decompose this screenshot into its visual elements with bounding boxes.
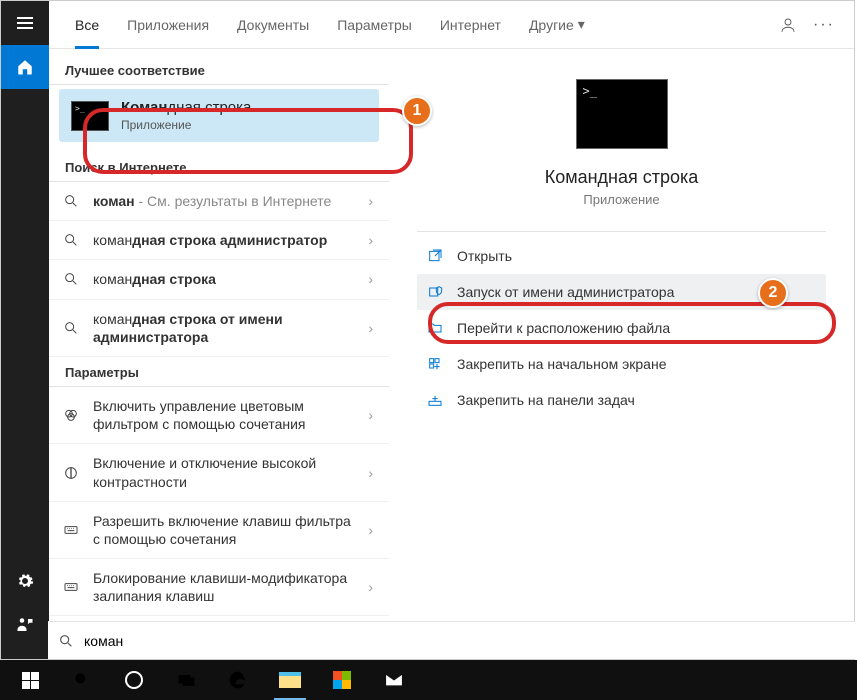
keyboard-icon	[61, 579, 81, 595]
explorer-icon[interactable]	[266, 660, 314, 700]
left-rail	[1, 1, 49, 659]
action-open[interactable]: Открыть	[417, 238, 826, 274]
web-result[interactable]: командная строка администратор ›	[49, 221, 389, 260]
keyboard-icon	[61, 522, 81, 538]
search-input-bar[interactable]	[48, 621, 855, 659]
cortana-icon[interactable]	[110, 660, 158, 700]
task-view-icon[interactable]	[162, 660, 210, 700]
web-result[interactable]: коман - См. результаты в Интернете ›	[49, 182, 389, 221]
taskbar-search-icon[interactable]	[58, 660, 106, 700]
search-icon	[61, 320, 81, 336]
edge-icon[interactable]	[214, 660, 262, 700]
search-input[interactable]	[84, 633, 845, 649]
chevron-right-icon: ›	[368, 320, 373, 336]
filter-tabs: Все Приложения Документы Параметры Интер…	[49, 1, 854, 49]
tab-more[interactable]: Другие▾	[515, 1, 599, 49]
pin-start-icon	[425, 356, 445, 372]
folder-icon	[425, 320, 445, 336]
chevron-right-icon: ›	[368, 271, 373, 287]
gear-icon[interactable]	[1, 559, 49, 603]
best-match-item[interactable]: Командная строка Приложение	[59, 89, 379, 142]
settings-result[interactable]: Включить управление цветовым фильтром с …	[49, 387, 389, 444]
action-pin-start[interactable]: Закрепить на начальном экране	[417, 346, 826, 382]
chevron-right-icon: ›	[368, 465, 373, 481]
taskbar	[0, 660, 857, 700]
tab-all[interactable]: Все	[61, 1, 113, 49]
best-match-subtitle: Приложение	[121, 118, 251, 132]
feedback-icon[interactable]	[1, 603, 49, 647]
section-best-match: Лучшее соответствие	[49, 55, 389, 85]
action-run-admin[interactable]: Запуск от имени администратора	[417, 274, 826, 310]
home-icon[interactable]	[1, 45, 49, 89]
web-result[interactable]: командная строка от имени администратора…	[49, 300, 389, 357]
shield-icon	[425, 284, 445, 300]
more-options-icon[interactable]: ···	[806, 7, 842, 43]
tab-settings[interactable]: Параметры	[323, 1, 426, 49]
pin-taskbar-icon	[425, 392, 445, 408]
section-web-search: Поиск в Интернете	[49, 152, 389, 182]
settings-result[interactable]: Блокирование клавиши-модификатора залипа…	[49, 559, 389, 616]
action-file-location[interactable]: Перейти к расположению файла	[417, 310, 826, 346]
search-icon	[61, 193, 81, 209]
preview-title: Командная строка	[417, 167, 826, 188]
preview-cmd-icon	[576, 79, 668, 149]
start-button[interactable]	[6, 660, 54, 700]
hamburger-icon[interactable]	[1, 1, 49, 45]
action-pin-taskbar[interactable]: Закрепить на панели задач	[417, 382, 826, 418]
chevron-right-icon: ›	[368, 522, 373, 538]
tab-docs[interactable]: Документы	[223, 1, 323, 49]
web-result[interactable]: командная строка ›	[49, 260, 389, 299]
search-icon	[61, 271, 81, 287]
open-icon	[425, 248, 445, 264]
color-filter-icon	[61, 407, 81, 423]
section-settings: Параметры	[49, 357, 389, 387]
preview-pane: Командная строка Приложение Открыть Запу…	[389, 49, 854, 659]
search-icon	[61, 232, 81, 248]
best-match-title: Командная строка	[121, 99, 251, 116]
store-icon[interactable]	[318, 660, 366, 700]
search-icon	[58, 633, 74, 649]
chevron-right-icon: ›	[368, 407, 373, 423]
contrast-icon	[61, 465, 81, 481]
user-icon[interactable]	[770, 7, 806, 43]
tab-web[interactable]: Интернет	[426, 1, 515, 49]
chevron-right-icon: ›	[368, 193, 373, 209]
chevron-right-icon: ›	[368, 232, 373, 248]
mail-icon[interactable]	[370, 660, 418, 700]
tab-apps[interactable]: Приложения	[113, 1, 223, 49]
divider	[417, 231, 826, 232]
preview-subtitle: Приложение	[417, 192, 826, 207]
settings-result[interactable]: Включение и отключение высокой контрастн…	[49, 444, 389, 501]
results-list: Лучшее соответствие Командная строка При…	[49, 49, 389, 659]
settings-result[interactable]: Разрешить включение клавиш фильтра с пом…	[49, 502, 389, 559]
cmd-icon	[71, 101, 109, 131]
chevron-right-icon: ›	[368, 579, 373, 595]
